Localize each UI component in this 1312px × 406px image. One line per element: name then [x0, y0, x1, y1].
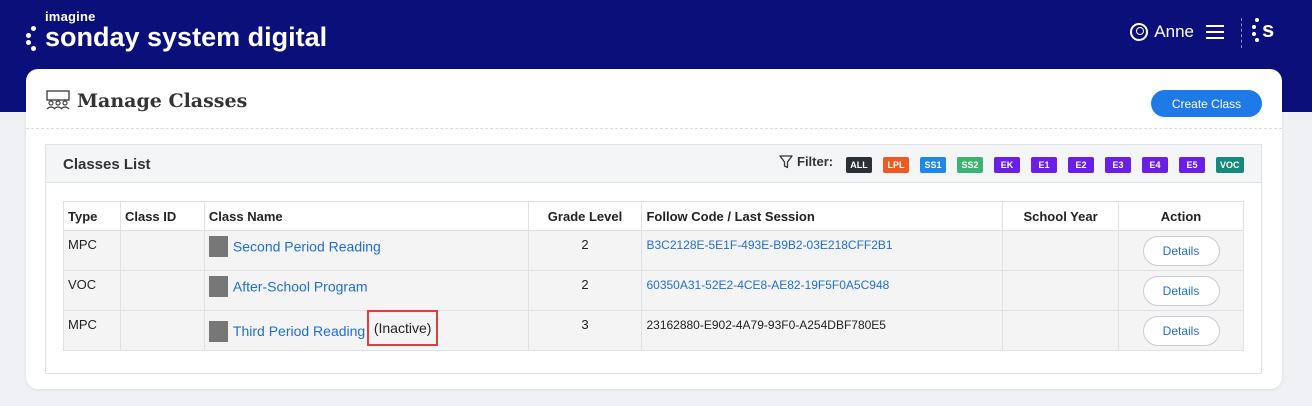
- cell-grade-level: 2: [527, 230, 643, 271]
- cell-school-year: [1002, 270, 1120, 311]
- filter-badge-e1[interactable]: E1: [1031, 157, 1057, 173]
- page-title: Manage Classes: [77, 90, 248, 112]
- follow-code-text: 23162880-E902-4A79-93F0-A254DBF780E5: [646, 318, 886, 332]
- inactive-status-label: (Inactive): [366, 310, 439, 346]
- table-header-row: Type Class ID Class Name Grade Level Fol…: [63, 201, 1244, 231]
- brand-letter: s: [1262, 17, 1275, 42]
- header-class-id[interactable]: Class ID: [119, 201, 205, 231]
- follow-code-link[interactable]: 60350A31-52E2-4CE8-AE82-19F5F0A5C948: [646, 278, 889, 292]
- filter-badge-e2[interactable]: E2: [1068, 157, 1094, 173]
- logo-main-row: sonday system digital: [25, 22, 327, 53]
- header-school-year[interactable]: School Year: [1002, 201, 1120, 231]
- classroom-icon: [46, 90, 70, 110]
- brand-dots-icon: [1252, 18, 1259, 42]
- class-thumbnail-icon: [208, 236, 228, 257]
- classes-table: Type Class ID Class Name Grade Level Fol…: [63, 201, 1244, 351]
- header-action: Action: [1118, 201, 1244, 231]
- class-name-link[interactable]: After-School Program: [233, 279, 368, 295]
- filter-badge-e4[interactable]: E4: [1142, 157, 1168, 173]
- classes-list-panel: Classes List Filter: ALL LPL SS1 SS2 EK E1 E2 E…: [45, 144, 1262, 374]
- cell-follow-code: 23162880-E902-4A79-93F0-A254DBF780E5: [641, 310, 1004, 351]
- cell-type: MPC: [63, 230, 121, 271]
- cell-type: MPC: [63, 310, 121, 351]
- user-icon: [1130, 23, 1149, 41]
- filter-badge-e5[interactable]: E5: [1179, 157, 1205, 173]
- user-name: Anne: [1154, 22, 1194, 41]
- hamburger-menu-icon[interactable]: [1206, 25, 1224, 39]
- filter-label: Filter:: [797, 154, 834, 169]
- class-thumbnail-icon: [208, 320, 228, 342]
- user-menu[interactable]: Anne: [1130, 22, 1224, 42]
- cell-school-year: [1002, 230, 1120, 271]
- cell-follow-code: 60350A31-52E2-4CE8-AE82-19F5F0A5C948: [641, 270, 1004, 311]
- cell-type: VOC: [63, 270, 121, 311]
- filter-badge-e3[interactable]: E3: [1105, 157, 1131, 173]
- classes-list-header: Classes List Filter: ALL LPL SS1 SS2 EK E1 E2 E…: [46, 145, 1261, 183]
- classes-list-title: Classes List: [63, 156, 151, 173]
- cell-class-id: [119, 310, 205, 351]
- logo-main-text: sonday system digital: [45, 22, 328, 52]
- filter-badges: ALL LPL SS1 SS2 EK E1 E2 E3 E4 E5 VOC: [846, 157, 1244, 173]
- follow-code-link[interactable]: B3C2128E-5E1F-493E-B9B2-03E218CFF2B1: [646, 238, 892, 252]
- cell-grade-level: 3: [527, 310, 643, 351]
- details-button[interactable]: Details: [1142, 235, 1220, 266]
- filter-badge-ss2[interactable]: SS2: [957, 157, 983, 173]
- cell-class-name: After-School Program: [203, 270, 529, 311]
- details-button[interactable]: Details: [1142, 275, 1220, 306]
- header-follow-code[interactable]: Follow Code / Last Session: [641, 201, 1004, 231]
- table-row: MPC Second Period Reading 2 B3C2128E-5E1…: [63, 230, 1244, 271]
- header-divider: [1241, 18, 1242, 48]
- header-type[interactable]: Type: [63, 201, 121, 231]
- card-header: Manage Classes Create Class: [26, 69, 1282, 129]
- brand-s-logo[interactable]: s: [1252, 17, 1274, 43]
- table-row: MPC Third Period Reading (Inactive) 3 23…: [63, 310, 1244, 351]
- filter-badge-all[interactable]: ALL: [846, 157, 872, 173]
- header-class-name[interactable]: Class Name: [203, 201, 529, 231]
- cell-action: Details: [1118, 310, 1244, 351]
- cell-class-id: [119, 230, 205, 271]
- filter-label-group: Filter:: [779, 154, 845, 169]
- filter-badge-lpl[interactable]: LPL: [883, 157, 909, 173]
- manage-classes-card: Manage Classes Create Class Classes List…: [26, 69, 1282, 389]
- cell-grade-level: 2: [527, 270, 643, 311]
- cell-school-year: [1002, 310, 1120, 351]
- class-name-link[interactable]: Third Period Reading: [233, 323, 365, 339]
- table-row: VOC After-School Program 2 60350A31-52E2…: [63, 270, 1244, 311]
- filter-badge-ss1[interactable]: SS1: [920, 157, 946, 173]
- header-grade-level[interactable]: Grade Level: [527, 201, 643, 231]
- filter-badge-ek[interactable]: EK: [994, 157, 1020, 173]
- filter-funnel-icon: [779, 154, 793, 168]
- cell-action: Details: [1118, 270, 1244, 311]
- cell-action: Details: [1118, 230, 1244, 271]
- cell-class-name: Third Period Reading (Inactive): [203, 310, 529, 351]
- create-class-button[interactable]: Create Class: [1151, 90, 1262, 117]
- cell-class-name: Second Period Reading: [203, 230, 529, 271]
- logo-dots-icon: [25, 24, 41, 52]
- details-button[interactable]: Details: [1142, 315, 1220, 346]
- class-name-link[interactable]: Second Period Reading: [233, 239, 381, 255]
- class-thumbnail-icon: [208, 276, 228, 297]
- cell-follow-code: B3C2128E-5E1F-493E-B9B2-03E218CFF2B1: [641, 230, 1004, 271]
- cell-class-id: [119, 270, 205, 311]
- filter-badge-voc[interactable]: VOC: [1216, 157, 1244, 173]
